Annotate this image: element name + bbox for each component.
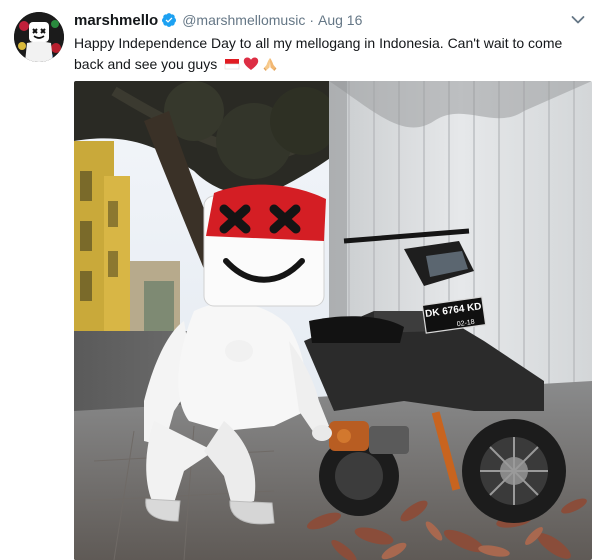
verified-badge-icon	[161, 12, 177, 28]
tweet-text-content: Happy Independence Day to all my melloga…	[74, 35, 563, 72]
folded-hands-icon	[262, 56, 278, 72]
red-heart-icon	[243, 56, 259, 72]
header-separator: ·	[309, 12, 314, 28]
tweet-text: Happy Independence Day to all my melloga…	[74, 33, 574, 75]
tweet-date[interactable]: Aug 16	[318, 12, 362, 28]
tweet-emojis	[224, 56, 278, 72]
photo-scene: DK 6764 KD 02-18	[74, 81, 592, 560]
author-name[interactable]: marshmello	[74, 12, 158, 29]
tweet: marshmello @marshmellomusic · Aug 16 Hap…	[0, 0, 600, 560]
tweet-header: marshmello @marshmellomusic · Aug 16	[74, 10, 362, 30]
author-handle[interactable]: @marshmellomusic	[182, 12, 305, 28]
author-avatar[interactable]	[14, 12, 64, 62]
indonesia-flag-icon	[224, 56, 240, 72]
avatar-image	[14, 12, 64, 62]
chevron-down-icon[interactable]	[568, 10, 588, 30]
tweet-photo[interactable]: DK 6764 KD 02-18	[74, 81, 592, 560]
